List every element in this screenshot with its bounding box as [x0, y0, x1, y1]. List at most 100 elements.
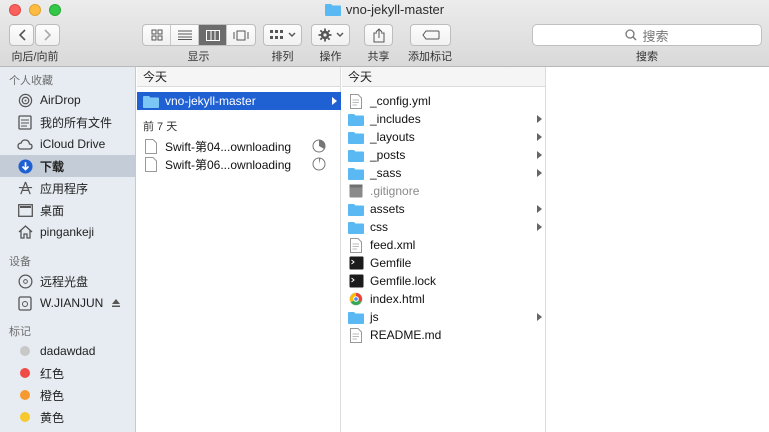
disc-icon [17, 273, 33, 289]
sidebar-item-airdrop[interactable]: AirDrop [0, 89, 135, 111]
list-item[interactable]: README.md [342, 326, 546, 344]
sidebar-item-label: 黄色 [40, 410, 65, 425]
action-button[interactable] [311, 24, 350, 46]
list-item-download-06[interactable]: Swift-第06...ownloading [137, 155, 341, 173]
eject-icon[interactable] [111, 297, 121, 311]
sidebar-item-drive[interactable]: W.JIANJUN [0, 292, 135, 314]
folder-icon [348, 129, 364, 145]
list-item[interactable]: .gitignore [342, 182, 546, 200]
sidebar-item-label: 橙色 [40, 388, 65, 403]
file-name: _layouts [370, 130, 415, 144]
list-item[interactable]: _config.yml [342, 92, 546, 110]
disclosure-arrow-icon [537, 205, 542, 213]
list-icon [177, 30, 192, 40]
arrange-label: 排列 [271, 51, 294, 63]
download-progress-icon [312, 139, 326, 156]
list-item[interactable]: index.html [342, 290, 546, 308]
view-label: 显示 [187, 51, 210, 63]
list-item[interactable]: Gemfile [342, 254, 546, 272]
file-name: feed.xml [370, 238, 416, 252]
desktop-icon [17, 202, 33, 218]
file-name: js [370, 310, 379, 324]
sidebar-item-desktop[interactable]: 桌面 [0, 199, 135, 221]
file-name: .gitignore [370, 184, 420, 198]
airdrop-icon [17, 92, 33, 108]
sidebar-item-downloads[interactable]: 下载 [0, 155, 135, 177]
view-mode-control[interactable] [142, 24, 256, 46]
sidebar-item-label: pingankeji [40, 225, 95, 239]
sidebar-item-remote-disc[interactable]: 远程光盘 [0, 270, 135, 292]
sidebar-item-label: iCloud Drive [40, 137, 106, 151]
hidden-file-icon [348, 183, 364, 199]
window-toolbar: vno-jekyll-master 向后/向前 显示 排列 操作 共享 添加标记… [0, 0, 769, 67]
icon-view-button[interactable] [143, 25, 171, 45]
column-view-button[interactable] [199, 25, 227, 45]
file-name: Swift-第04...ownloading [165, 139, 292, 154]
list-item[interactable]: js [342, 308, 546, 326]
list-view-button[interactable] [171, 25, 199, 45]
list-item[interactable]: _layouts [342, 128, 546, 146]
column-pane-downloads: 今天 vno-jekyll-master 前 7 天 Swift-第04...o… [137, 67, 341, 432]
sidebar-tag-yellow[interactable]: 黄色 [0, 406, 135, 428]
sidebar-tag-red[interactable]: 红色 [0, 362, 135, 384]
sidebar-item-label: 桌面 [40, 203, 65, 218]
list-item[interactable]: feed.xml [342, 236, 546, 254]
column-pane-vno-jekyll-master: 今天 _config.yml _includes _layouts _posts _sa… [342, 67, 546, 432]
back-button[interactable] [9, 24, 34, 46]
applications-icon [17, 180, 33, 196]
share-button[interactable] [364, 24, 393, 46]
terminal-icon [348, 255, 364, 271]
chevron-down-icon [336, 32, 343, 37]
chevron-left-icon [18, 29, 26, 41]
home-icon [17, 224, 33, 240]
tag-gray-icon [20, 346, 30, 356]
sidebar-tag-orange[interactable]: 橙色 [0, 384, 135, 406]
sidebar-item-applications[interactable]: 应用程序 [0, 177, 135, 199]
chevron-right-icon [43, 29, 51, 41]
window-title: vno-jekyll-master [0, 2, 769, 19]
folder-icon [348, 201, 364, 217]
arrange-icon [269, 30, 283, 39]
sidebar-item-icloud[interactable]: iCloud Drive [0, 133, 135, 155]
file-name: vno-jekyll-master [165, 94, 256, 108]
arrange-button[interactable] [263, 24, 302, 46]
action-label: 操作 [319, 51, 342, 63]
tag-yellow-icon [20, 412, 30, 422]
file-name: css [370, 220, 388, 234]
list-item[interactable]: _includes [342, 110, 546, 128]
gear-icon [318, 28, 331, 42]
search-field[interactable]: 搜索 [532, 24, 762, 46]
list-item[interactable]: css [342, 218, 546, 236]
forward-button[interactable] [35, 24, 60, 46]
list-item-vno-jekyll-master[interactable]: vno-jekyll-master [137, 92, 341, 110]
file-name: _sass [370, 166, 402, 180]
list-item-download-04[interactable]: Swift-第04...ownloading [137, 137, 341, 155]
sidebar-item-all-files[interactable]: 我的所有文件 [0, 111, 135, 133]
tags-header: 标记 [9, 326, 31, 338]
list-item[interactable]: _posts [342, 146, 546, 164]
document-icon [348, 237, 364, 253]
file-name: README.md [370, 328, 442, 342]
add-tags-button[interactable] [410, 24, 451, 46]
file-name: Gemfile [370, 256, 412, 270]
grid-icon [151, 29, 162, 41]
html-file-icon [348, 291, 364, 307]
terminal-icon [348, 273, 364, 289]
columns-icon [205, 29, 220, 41]
drive-icon [17, 295, 33, 311]
section-header-last-7-days: 前 7 天 [143, 121, 178, 133]
file-name: Gemfile.lock [370, 274, 437, 288]
list-item[interactable]: _sass [342, 164, 546, 182]
gallery-view-button[interactable] [227, 25, 255, 45]
document-icon [348, 327, 364, 343]
column-header: 今天 [137, 67, 340, 87]
disclosure-arrow-icon [537, 115, 542, 123]
cloud-icon [17, 136, 33, 152]
sidebar-item-home[interactable]: pingankeji [0, 221, 135, 243]
list-item[interactable]: Gemfile.lock [342, 272, 546, 290]
list-item[interactable]: assets [342, 200, 546, 218]
disclosure-arrow-icon [537, 223, 542, 231]
sidebar-tag-dadawdad[interactable]: dadawdad [0, 340, 135, 362]
folder-icon [324, 3, 341, 19]
column-header: 今天 [342, 67, 545, 87]
